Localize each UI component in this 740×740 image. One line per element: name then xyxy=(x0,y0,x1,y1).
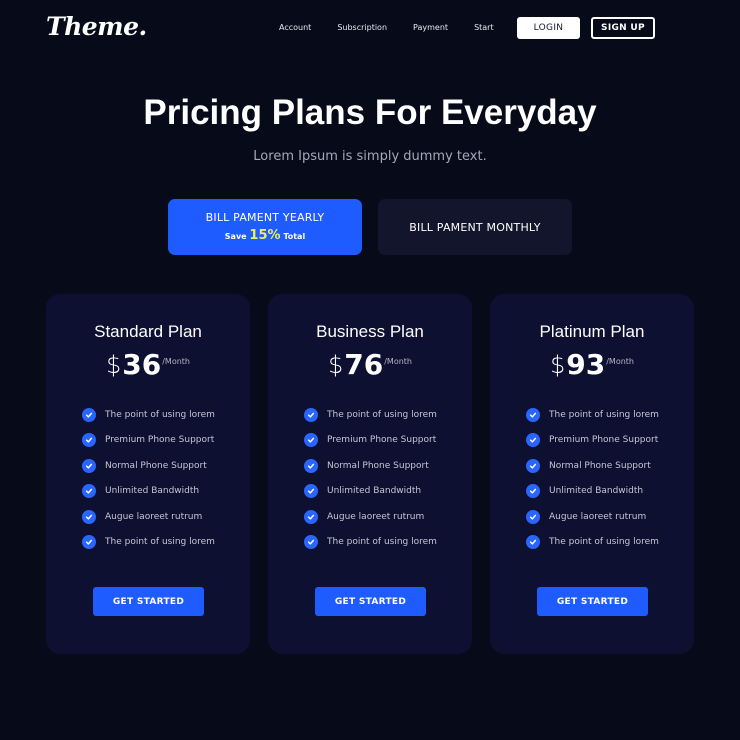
plan-feature: Augue laoreet rutrum xyxy=(304,504,437,530)
plan-feature: Premium Phone Support xyxy=(304,428,437,454)
plan-feature: The point of using lorem xyxy=(304,402,437,428)
plan-feature: Normal Phone Support xyxy=(304,453,437,479)
plan-feature: The point of using lorem xyxy=(82,402,215,428)
check-icon xyxy=(82,509,96,524)
plan-feature: Unlimited Bandwidth xyxy=(82,479,215,505)
plan-feature-label: Premium Phone Support xyxy=(549,435,659,446)
plan-feature: The point of using lorem xyxy=(526,530,659,556)
plan-price: $76/Month xyxy=(268,350,472,380)
plan-title: Business Plan xyxy=(316,322,424,341)
plan-feature: The point of using lorem xyxy=(526,402,659,428)
plan-feature-label: Premium Phone Support xyxy=(105,435,215,446)
nav-subscription[interactable]: Subscription xyxy=(337,23,387,32)
plan-feature-label: Normal Phone Support xyxy=(327,460,429,471)
plan-feature-label: Normal Phone Support xyxy=(549,460,651,471)
plan-feature-label: Augue laoreet rutrum xyxy=(327,511,425,522)
check-icon xyxy=(526,433,540,448)
check-icon xyxy=(304,433,318,448)
logo[interactable]: Theme. xyxy=(46,12,147,41)
check-icon xyxy=(526,458,540,473)
check-icon xyxy=(82,407,96,422)
plan-features-list: The point of using lorem Premium Phone Su… xyxy=(304,402,437,555)
price-period: /Month xyxy=(162,357,191,366)
check-icon xyxy=(304,535,318,550)
plan-price: $36/Month xyxy=(46,350,250,380)
plan-feature-label: Unlimited Bandwidth xyxy=(549,486,644,497)
price-currency: $ xyxy=(549,351,566,379)
savings-suffix: Total xyxy=(283,232,306,241)
plan-feature-label: Unlimited Bandwidth xyxy=(105,486,200,497)
nav-start[interactable]: Start xyxy=(474,23,494,32)
billing-monthly-toggle[interactable]: BILL PAMENT MONTHLY xyxy=(378,199,572,255)
plan-feature: Normal Phone Support xyxy=(82,453,215,479)
check-icon xyxy=(82,433,96,448)
plan-feature: Premium Phone Support xyxy=(82,428,215,454)
login-button[interactable]: LOGIN xyxy=(517,17,580,39)
plan-feature: Unlimited Bandwidth xyxy=(526,479,659,505)
plan-card: Platinum Plan $93/Month The point of using… xyxy=(490,294,694,654)
check-icon xyxy=(304,484,318,499)
price-amount: 76 xyxy=(344,348,384,381)
check-icon xyxy=(82,535,96,550)
check-icon xyxy=(526,535,540,550)
check-icon xyxy=(82,458,96,473)
plan-feature: Unlimited Bandwidth xyxy=(304,479,437,505)
savings-percent: 15% xyxy=(249,228,281,243)
plan-title: Platinum Plan xyxy=(539,322,645,341)
nav-payment[interactable]: Payment xyxy=(413,23,448,32)
plan-feature: The point of using lorem xyxy=(304,530,437,556)
plan-feature: Augue laoreet rutrum xyxy=(82,504,215,530)
check-icon xyxy=(304,407,318,422)
plan-feature-label: Premium Phone Support xyxy=(327,435,437,446)
billing-yearly-toggle[interactable]: BILL PAMENT YEARLY Save 15% Total xyxy=(168,199,362,255)
plan-feature-label: The point of using lorem xyxy=(105,409,215,420)
check-icon xyxy=(82,484,96,499)
page-subtitle: Lorem Ipsum is simply dummy text. xyxy=(253,149,487,164)
plan-feature-label: Augue laoreet rutrum xyxy=(549,511,647,522)
nav-account[interactable]: Account xyxy=(279,23,311,32)
plan-card: Standard Plan $36/Month The point of using… xyxy=(46,294,250,654)
plan-features-list: The point of using lorem Premium Phone Su… xyxy=(526,402,659,555)
plan-feature-label: The point of using lorem xyxy=(327,409,437,420)
plan-feature: Normal Phone Support xyxy=(526,453,659,479)
page-title: Pricing Plans For Everyday xyxy=(143,93,597,132)
plan-feature-label: The point of using lorem xyxy=(105,537,215,548)
plan-card: Business Plan $76/Month The point of using… xyxy=(268,294,472,654)
plan-price: $93/Month xyxy=(490,350,694,380)
get-started-button[interactable]: GET STARTED xyxy=(537,587,648,616)
plan-feature-label: Unlimited Bandwidth xyxy=(327,486,422,497)
billing-yearly-savings: Save 15% Total xyxy=(168,228,362,243)
price-currency: $ xyxy=(105,351,122,379)
plan-feature: Augue laoreet rutrum xyxy=(526,504,659,530)
get-started-button[interactable]: GET STARTED xyxy=(315,587,426,616)
plan-feature-label: Normal Phone Support xyxy=(105,460,207,471)
check-icon xyxy=(304,458,318,473)
plan-feature-label: The point of using lorem xyxy=(549,409,659,420)
check-icon xyxy=(526,509,540,524)
check-icon xyxy=(526,407,540,422)
price-amount: 93 xyxy=(566,348,606,381)
signup-button[interactable]: SIGN UP xyxy=(591,17,655,39)
price-period: /Month xyxy=(606,357,635,366)
plan-feature: Premium Phone Support xyxy=(526,428,659,454)
billing-yearly-label: BILL PAMENT YEARLY xyxy=(205,211,325,224)
price-amount: 36 xyxy=(122,348,162,381)
plan-feature-label: The point of using lorem xyxy=(327,537,437,548)
check-icon xyxy=(304,509,318,524)
savings-prefix: Save xyxy=(224,232,247,241)
check-icon xyxy=(526,484,540,499)
plan-title: Standard Plan xyxy=(94,322,202,341)
price-period: /Month xyxy=(384,357,413,366)
price-currency: $ xyxy=(327,351,344,379)
main-nav: Account Subscription Payment Start xyxy=(279,23,520,32)
get-started-button[interactable]: GET STARTED xyxy=(93,587,204,616)
plan-features-list: The point of using lorem Premium Phone Su… xyxy=(82,402,215,555)
plan-feature-label: The point of using lorem xyxy=(549,537,659,548)
plan-feature: The point of using lorem xyxy=(82,530,215,556)
plan-feature-label: Augue laoreet rutrum xyxy=(105,511,203,522)
